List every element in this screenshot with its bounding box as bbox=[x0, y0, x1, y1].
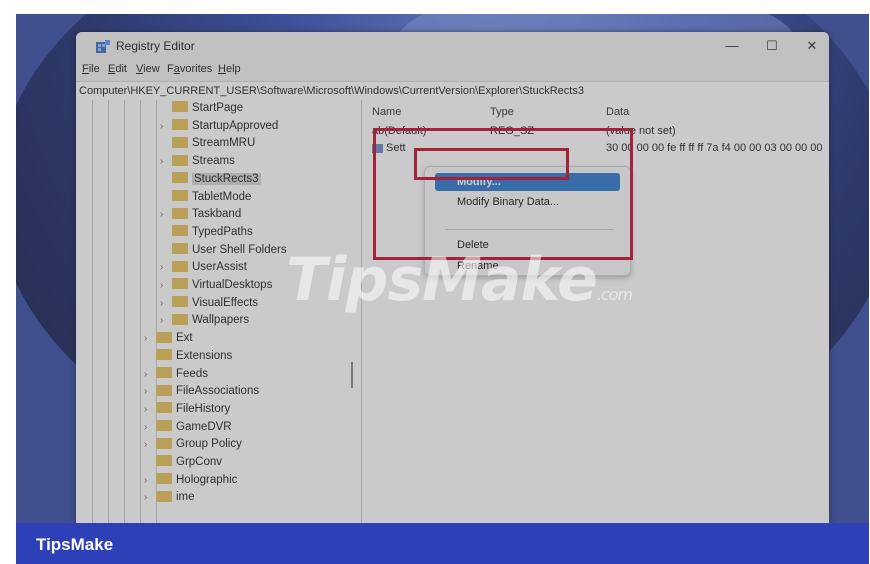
watermark: TipsMake.com bbox=[286, 245, 633, 315]
footer-brand: TipsMake bbox=[36, 535, 114, 554]
watermark-text: TipsMake bbox=[286, 245, 598, 315]
watermark-suffix: .com bbox=[596, 285, 633, 304]
footer-bar: TipsMake bbox=[16, 523, 869, 564]
